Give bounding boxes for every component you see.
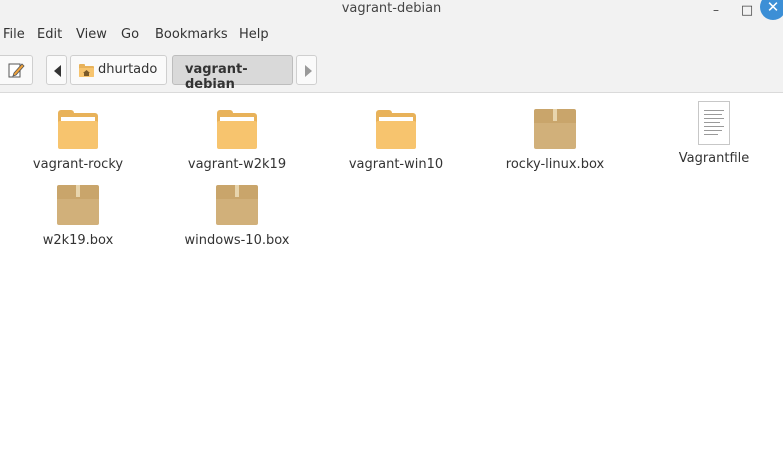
folder-icon [374,107,418,151]
file-item[interactable]: w2k19.box [18,183,138,248]
breadcrumb-label: dhurtado [98,62,158,77]
minimize-button[interactable]: – [704,0,728,20]
file-item[interactable]: vagrant-rocky [18,107,138,172]
package-icon [215,183,259,227]
edit-location-button[interactable] [0,55,33,85]
file-item[interactable]: vagrant-win10 [336,107,456,172]
file-name: w2k19.box [42,233,114,248]
location-toolbar: dhurtado vagrant-debian [0,50,783,93]
file-name: windows-10.box [184,233,290,248]
maximize-icon: □ [740,2,754,18]
menu-go[interactable]: Go [121,27,139,42]
package-icon [533,107,577,151]
menu-bar: File Edit View Go Bookmarks Help [0,20,783,50]
maximize-button[interactable]: □ [735,0,759,20]
arrow-left-icon [54,65,61,77]
file-item[interactable]: rocky-linux.box [495,107,615,172]
menu-file[interactable]: File [3,27,25,42]
menu-bookmarks[interactable]: Bookmarks [155,27,228,42]
file-item[interactable]: windows-10.box [177,183,297,248]
file-name: vagrant-w2k19 [187,157,287,172]
file-name: vagrant-rocky [32,157,124,172]
arrow-right-icon [305,65,312,77]
file-name: Vagrantfile [678,151,750,166]
file-name: rocky-linux.box [505,157,605,172]
menu-edit[interactable]: Edit [37,27,62,42]
menu-view[interactable]: View [76,27,107,42]
folder-icon [215,107,259,151]
close-button[interactable]: ✕ [760,0,783,20]
folder-icon [56,107,100,151]
text-file-icon [692,101,736,147]
package-icon [56,183,100,227]
file-name: vagrant-win10 [348,157,444,172]
file-view: vagrant-rocky vagrant-w2k19 vagrant-win1… [0,93,783,476]
window-title: vagrant-debian [341,1,442,16]
breadcrumb-back-button[interactable] [46,55,67,85]
minimize-icon: – [713,3,719,17]
breadcrumb-dhurtado[interactable]: dhurtado [70,55,167,85]
menu-help[interactable]: Help [239,27,269,42]
close-icon: ✕ [760,0,783,20]
breadcrumb-vagrant-debian[interactable]: vagrant-debian [172,55,293,92]
breadcrumb-forward-button[interactable] [296,55,317,85]
pencil-icon [8,63,25,78]
file-item[interactable]: vagrant-w2k19 [177,107,297,172]
file-item[interactable]: Vagrantfile [654,101,774,166]
home-folder-icon [79,64,94,77]
title-bar: vagrant-debian – □ ✕ [0,0,783,20]
breadcrumb-label: vagrant-debian [185,62,248,92]
